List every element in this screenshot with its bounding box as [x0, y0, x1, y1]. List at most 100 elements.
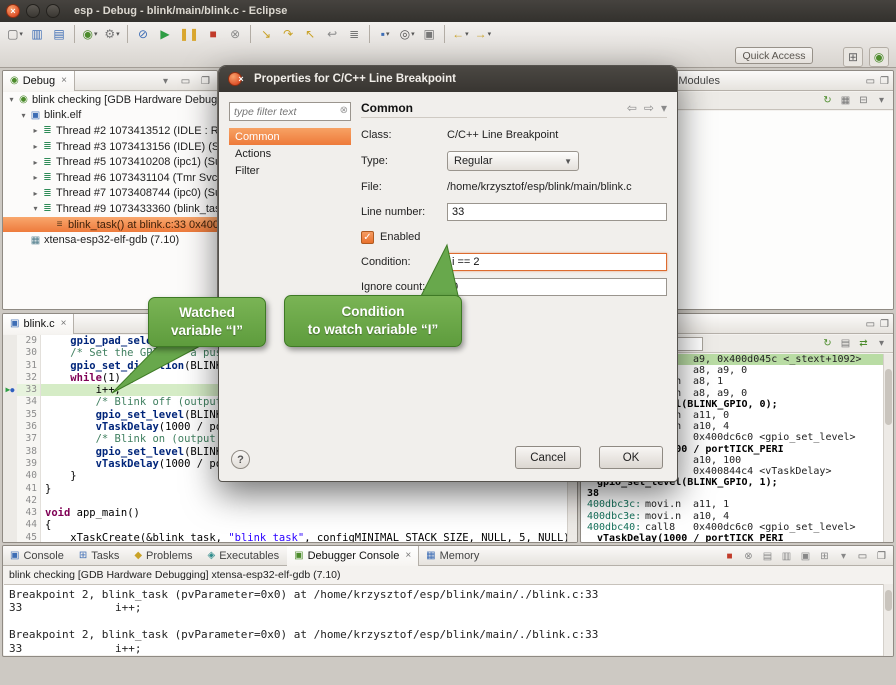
tab-tasks[interactable]: ⊞Tasks [72, 546, 128, 566]
drop-to-frame-button[interactable]: ↩ [322, 24, 342, 44]
pin-console-icon[interactable]: ▣ [798, 549, 813, 563]
minimize-icon[interactable]: ▭ [866, 319, 875, 330]
view-menu-icon[interactable]: ▾ [874, 94, 889, 108]
tab-debug[interactable]: ◉ Debug × [3, 71, 75, 91]
quick-access-button[interactable]: Quick Access [735, 47, 813, 64]
editor-ruler-cell[interactable] [3, 360, 17, 372]
back-icon[interactable]: ⇦ [627, 101, 637, 115]
debug-launch-tree[interactable]: ▾◉blink checking [GDB Hardware Debug▾▣bl… [3, 92, 217, 309]
remove-launch-icon[interactable]: ⊗ [741, 549, 756, 563]
minimize-icon[interactable]: ▭ [855, 549, 870, 563]
editor-ruler-cell[interactable] [3, 495, 17, 507]
editor-ruler-cell[interactable] [3, 347, 17, 359]
window-minimize-button[interactable] [26, 4, 40, 18]
tab-console[interactable]: ▣Console [3, 546, 72, 566]
clear-console-icon[interactable]: ▤ [760, 549, 775, 563]
save-all-button[interactable]: ▤ [49, 24, 69, 44]
tab-blink-c[interactable]: ▣ blink.c × [3, 314, 74, 334]
open-element-button[interactable]: ▣ [419, 24, 439, 44]
layout-icon[interactable]: ▦ [838, 94, 853, 108]
editor-ruler-cell[interactable] [3, 446, 17, 458]
debug-tree-item[interactable]: ▸≣Thread #3 1073413156 (IDLE) (Susp [3, 139, 217, 155]
tab-debugger-console[interactable]: ▣Debugger Console× [287, 546, 419, 566]
view-menu-icon[interactable]: ▾ [874, 337, 889, 351]
debug-tree-item[interactable]: ▸≣Thread #6 1073431104 (Tmr Svc) (S [3, 170, 217, 186]
tree-expander-icon[interactable]: ▸ [30, 158, 41, 167]
terminate-icon[interactable]: ■ [722, 549, 737, 563]
condition-input[interactable] [447, 253, 667, 271]
terminate-button[interactable]: ■ [203, 24, 223, 44]
open-console-icon[interactable]: ⊞ [817, 549, 832, 563]
tree-expander-icon[interactable]: ▾ [18, 111, 29, 120]
sync-icon[interactable]: ⇄ [856, 337, 871, 351]
enabled-checkbox[interactable]: ✓ [361, 231, 374, 244]
scroll-lock-icon[interactable]: ▥ [779, 549, 794, 563]
dialog-close-button[interactable]: × [228, 72, 242, 86]
collapse-all-icon[interactable]: ⊟ [856, 94, 871, 108]
debug-tree-item[interactable]: ▾◉blink checking [GDB Hardware Debug [3, 92, 217, 108]
step-over-button[interactable]: ↷ [278, 24, 298, 44]
editor-ruler-cell[interactable] [3, 409, 17, 421]
show-source-icon[interactable]: ▤ [838, 337, 853, 351]
minimize-icon[interactable]: ▭ [866, 76, 875, 87]
maximize-icon[interactable]: ❐ [198, 74, 213, 88]
editor-ruler-cell[interactable] [3, 335, 17, 347]
debug-tree-item[interactable]: ▾▣blink.elf [3, 108, 217, 124]
console-output[interactable]: Breakpoint 2, blink_task (pvParameter=0x… [4, 584, 892, 655]
tree-expander-icon[interactable]: ▾ [30, 204, 41, 213]
refresh-icon[interactable]: ↻ [820, 94, 835, 108]
tree-expander-icon[interactable]: ▸ [30, 189, 41, 198]
maximize-icon[interactable]: ❐ [880, 319, 889, 330]
tree-expander-icon[interactable]: ▸ [30, 126, 41, 135]
editor-ruler-cell[interactable] [3, 483, 17, 495]
tab-memory[interactable]: ▦Memory [419, 546, 487, 566]
ignore-count-input[interactable] [447, 278, 667, 296]
editor-ruler-cell[interactable] [3, 433, 17, 445]
step-into-button[interactable]: ↘ [256, 24, 276, 44]
debug-button[interactable]: ◉ ▾ [80, 24, 100, 44]
resume-button[interactable]: ▶ [155, 24, 175, 44]
open-perspective-button[interactable]: ⊞ [843, 47, 863, 67]
close-icon[interactable]: × [61, 75, 67, 86]
editor-ruler-cell[interactable] [3, 396, 17, 408]
close-icon[interactable]: × [61, 318, 67, 329]
editor-ruler-cell[interactable] [3, 532, 17, 542]
debug-tree-item[interactable]: ▸≣Thread #2 1073413512 (IDLE : Runn [3, 123, 217, 139]
instruction-stepping-button[interactable]: ≣ [344, 24, 364, 44]
debug-perspective-button[interactable]: ◉ [869, 47, 889, 67]
dialog-nav-filter[interactable]: Filter [229, 162, 351, 179]
new-wizard-button[interactable]: ▢ ▾ [5, 24, 25, 44]
dialog-nav-common[interactable]: Common [229, 128, 351, 145]
maximize-icon[interactable]: ❐ [874, 549, 889, 563]
debug-tree-item[interactable]: ▾≣Thread #9 1073433360 (blink_task [3, 201, 217, 217]
help-button[interactable]: ? [231, 450, 250, 469]
editor-ruler-cell[interactable] [3, 421, 17, 433]
step-return-button[interactable]: ↖ [300, 24, 320, 44]
cancel-button[interactable]: Cancel [515, 446, 581, 469]
window-close-button[interactable]: × [6, 4, 20, 18]
back-button[interactable]: ← ▾ [450, 24, 471, 44]
tab-executables[interactable]: ◈Executables [201, 546, 288, 566]
tree-expander-icon[interactable]: ▸ [30, 173, 41, 182]
editor-ruler-cell[interactable] [3, 507, 17, 519]
editor-ruler-cell[interactable] [3, 470, 17, 482]
editor-ruler-cell[interactable] [3, 372, 17, 384]
dialog-nav-actions[interactable]: Actions [229, 145, 351, 162]
debug-tree-item[interactable]: ▦xtensa-esp32-elf-gdb (7.10) [3, 232, 217, 248]
view-menu-icon[interactable]: ▾ [158, 74, 173, 88]
debug-tree-item[interactable]: ≡blink_task() at blink.c:33 0x400db [3, 217, 217, 233]
forward-button[interactable]: → ▾ [473, 24, 494, 44]
disassembly-scrollbar[interactable] [883, 354, 893, 542]
minimize-icon[interactable]: ▭ [178, 74, 193, 88]
view-menu-icon[interactable]: ▾ [836, 549, 851, 563]
line-number-input[interactable] [447, 203, 667, 221]
console-scrollbar[interactable] [883, 584, 893, 656]
window-maximize-button[interactable] [46, 4, 60, 18]
new-cpp-button[interactable]: ▪ ▾ [375, 24, 395, 44]
skip-breakpoints-button[interactable]: ⊘ [133, 24, 153, 44]
tree-expander-icon[interactable]: ▸ [30, 142, 41, 151]
refresh-icon[interactable]: ↻ [820, 337, 835, 351]
editor-ruler-cell[interactable]: ▶● [3, 384, 17, 396]
maximize-icon[interactable]: ❐ [880, 76, 889, 87]
tree-expander-icon[interactable]: ▾ [6, 95, 17, 104]
